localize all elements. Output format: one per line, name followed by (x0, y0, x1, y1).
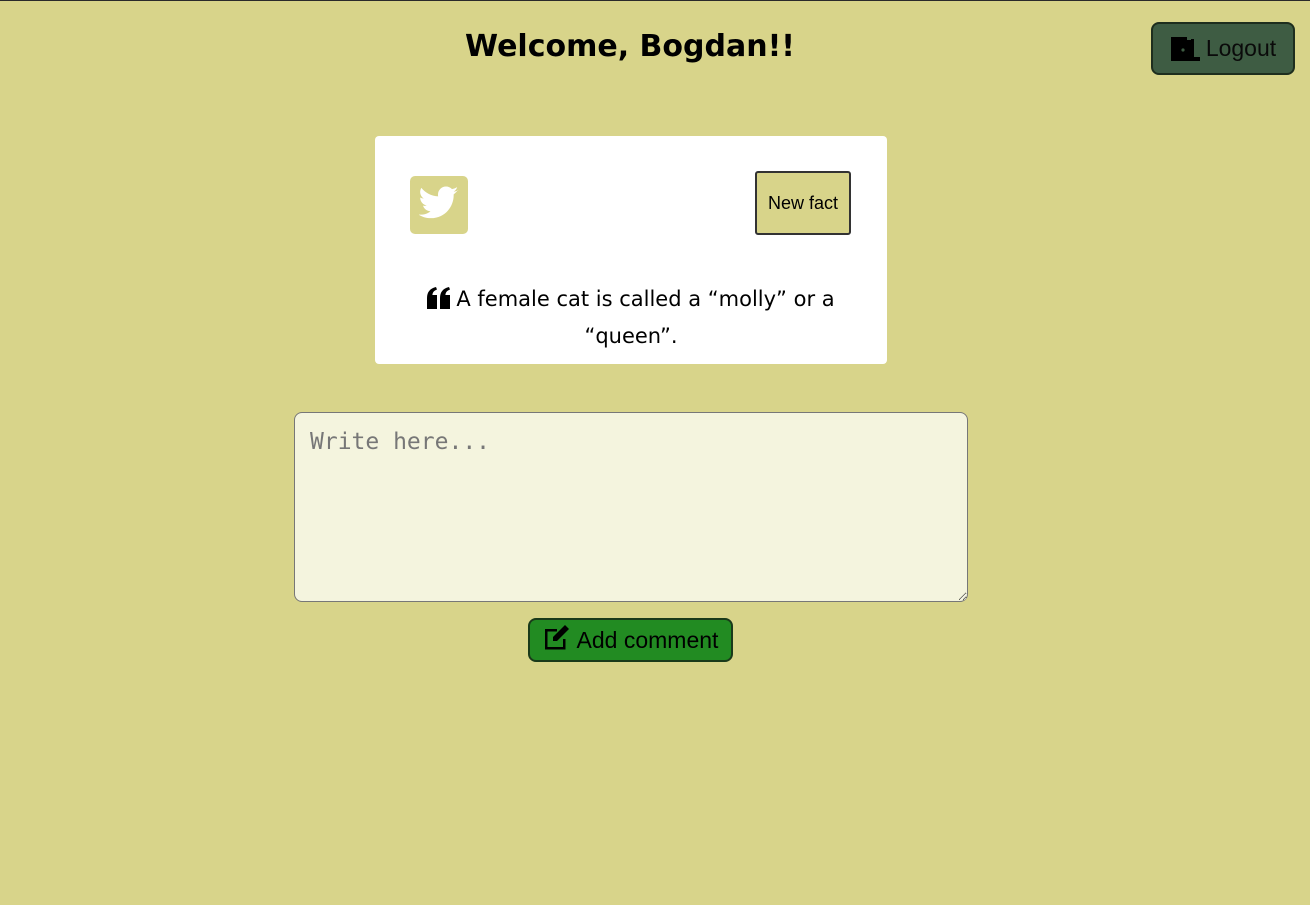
tweet-button[interactable] (410, 176, 468, 234)
new-fact-button[interactable]: New fact (755, 171, 851, 235)
logout-label: Logout (1205, 35, 1277, 61)
add-comment-button[interactable]: Add comment (528, 618, 733, 662)
fact-quote: A female cat is called a “molly” or a “q… (405, 282, 857, 353)
door-icon (1170, 36, 1200, 62)
welcome-heading: Welcome, Bogdan!! (465, 29, 795, 64)
twitter-icon (418, 186, 459, 224)
comment-textarea[interactable] (294, 412, 968, 602)
logout-button[interactable]: Logout (1151, 22, 1295, 75)
add-comment-label: Add comment (576, 626, 719, 653)
fact-text: A female cat is called a “molly” or a “q… (456, 287, 835, 348)
fact-card: New fact A female cat is called a “molly… (375, 136, 887, 364)
quote-left-icon (427, 285, 451, 319)
edit-icon (543, 624, 570, 656)
